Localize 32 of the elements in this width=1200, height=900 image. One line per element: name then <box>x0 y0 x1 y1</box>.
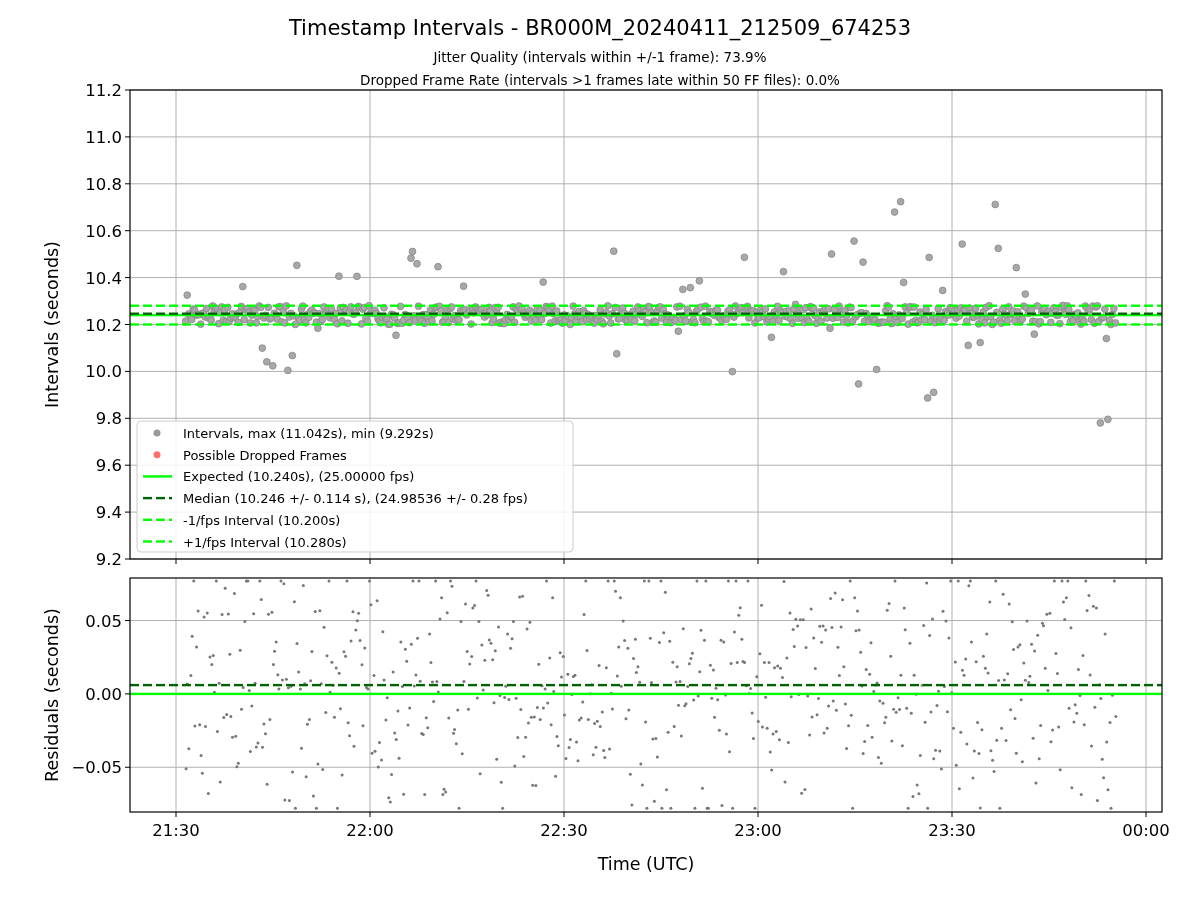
y-tick-label: 9.8 <box>95 409 122 429</box>
x-tick-label: 00:00 <box>1122 821 1170 840</box>
y-tick-label: 10.8 <box>85 174 122 194</box>
legend-label: Intervals, max (11.042s), min (9.292s) <box>183 426 434 441</box>
y-tick-label: 10.4 <box>85 268 122 288</box>
legend-label: Median (10.246 +/- 0.114 s), (24.98536 +/- 0.28 fps) <box>183 491 528 507</box>
legend-label: +1/fps Interval (10.280s) <box>183 534 347 550</box>
y-tick-label: 9.2 <box>95 550 122 569</box>
legend-label: Expected (10.240s), (25.00000 fps) <box>183 469 415 485</box>
y-tick-label: 0.00 <box>85 684 122 704</box>
y-tick-label: 10.6 <box>85 221 122 241</box>
x-tick-label: 22:30 <box>540 821 588 840</box>
x-axis-label: Time (UTC) <box>597 854 695 874</box>
legend-label: -1/fps Interval (10.200s) <box>183 512 341 528</box>
chart-subtitle: Jitter Quality (intervals within +/-1 frame): 73.9% <box>433 48 767 67</box>
x-tick-label: 23:00 <box>734 821 782 840</box>
y-tick-label: 0.05 <box>85 611 122 631</box>
y-tick-label: 9.4 <box>95 503 122 523</box>
x-tick-label: 21:30 <box>152 821 200 840</box>
y-tick-label: 11.2 <box>85 84 122 100</box>
y-tick-label: 9.6 <box>95 456 122 476</box>
y-axis-label: Intervals (seconds) <box>42 241 62 408</box>
y-tick-label: 11.0 <box>85 127 122 147</box>
y-tick-label: 10.2 <box>85 315 122 335</box>
legend-label: Possible Dropped Frames <box>183 447 347 463</box>
chart-subtitle: Dropped Frame Rate (intervals >1 frames late within 50 FF files): 0.0% <box>360 71 840 90</box>
x-tick-label: 23:30 <box>928 821 976 840</box>
y-tick-label: −0.05 <box>71 758 122 778</box>
y-axis-label: Residuals (seconds) <box>42 608 62 782</box>
x-tick-label: 22:00 <box>346 821 394 840</box>
chart-title: Timestamp Intervals - BR000M_20240411_212509_674253 <box>288 15 912 42</box>
y-tick-label: 10.0 <box>85 362 122 382</box>
